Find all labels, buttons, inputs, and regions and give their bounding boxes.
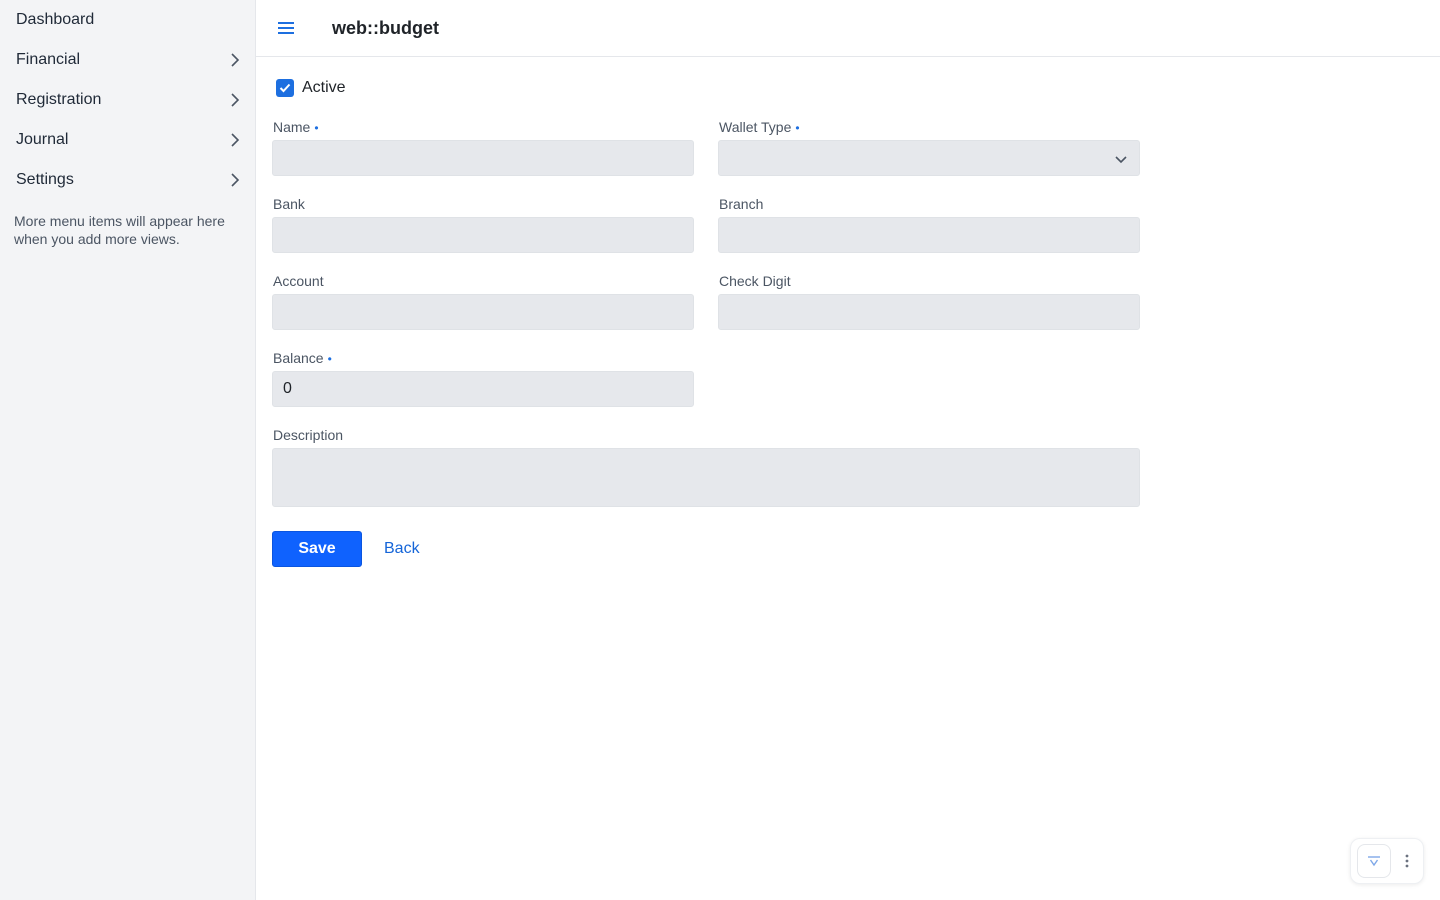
balance-label: Balance • xyxy=(273,349,694,367)
sidebar-item-label: Journal xyxy=(16,131,69,148)
required-marker: • xyxy=(795,121,800,135)
active-label: Active xyxy=(302,79,346,96)
chevron-right-icon xyxy=(227,172,243,188)
floating-toolbar xyxy=(1350,838,1424,884)
name-label-text: Name xyxy=(273,119,311,135)
wallet-type-label-text: Wallet Type xyxy=(719,119,792,135)
chevron-right-icon xyxy=(227,132,243,148)
sidebar-item-dashboard[interactable]: Dashboard xyxy=(0,0,255,40)
balance-label-text: Balance xyxy=(273,350,324,366)
sidebar-item-label: Financial xyxy=(16,51,81,68)
wallet-type-label: Wallet Type • xyxy=(719,118,1140,136)
name-input[interactable] xyxy=(272,140,694,176)
hamburger-icon[interactable] xyxy=(274,16,298,40)
account-input[interactable] xyxy=(272,294,694,330)
page-title: web::budget xyxy=(332,17,439,38)
account-label: Account xyxy=(273,273,324,289)
active-toggle[interactable]: Active xyxy=(276,79,346,97)
check-digit-field-group: Check Digit xyxy=(718,272,1140,330)
name-field-group: Name • xyxy=(272,118,694,176)
active-checkbox[interactable] xyxy=(276,79,294,97)
sidebar-item-journal[interactable]: Journal xyxy=(0,120,255,160)
save-button[interactable]: Save xyxy=(272,531,362,567)
sidebar: Dashboard Financial Registration Journal… xyxy=(0,0,256,900)
top-header: web::budget xyxy=(256,0,1440,57)
sidebar-item-label: Dashboard xyxy=(16,11,95,28)
required-marker: • xyxy=(327,352,332,366)
filter-icon[interactable] xyxy=(1357,844,1391,878)
description-field-group: Description xyxy=(272,426,1140,507)
back-link[interactable]: Back xyxy=(384,540,420,558)
bank-field-group: Bank xyxy=(272,195,694,253)
check-digit-label: Check Digit xyxy=(719,273,791,289)
required-marker: • xyxy=(314,121,319,135)
bank-input[interactable] xyxy=(272,217,694,253)
check-digit-input[interactable] xyxy=(718,294,1140,330)
more-vertical-icon[interactable] xyxy=(1397,844,1417,878)
sidebar-item-label: Registration xyxy=(16,91,102,108)
sidebar-note: More menu items will appear here when yo… xyxy=(14,213,225,247)
sidebar-item-label: Settings xyxy=(16,171,74,188)
bank-label: Bank xyxy=(273,196,305,212)
branch-label: Branch xyxy=(719,196,764,212)
sidebar-item-settings[interactable]: Settings xyxy=(0,160,255,200)
description-textarea[interactable] xyxy=(272,448,1140,507)
chevron-right-icon xyxy=(227,92,243,108)
branch-input[interactable] xyxy=(718,217,1140,253)
name-label: Name • xyxy=(273,118,694,136)
wallet-type-select[interactable] xyxy=(718,140,1140,176)
chevron-down-icon xyxy=(1113,151,1129,167)
description-label: Description xyxy=(273,427,344,443)
sidebar-item-financial[interactable]: Financial xyxy=(0,40,255,80)
chevron-right-icon xyxy=(227,52,243,68)
form-actions: Save Back xyxy=(272,531,420,567)
branch-field-group: Branch xyxy=(718,195,1140,253)
balance-field-group: Balance • 0 xyxy=(272,349,694,407)
sidebar-item-registration[interactable]: Registration xyxy=(0,80,255,120)
wallet-type-field-group: Wallet Type • xyxy=(718,118,1140,176)
balance-input[interactable]: 0 xyxy=(272,371,694,407)
account-field-group: Account xyxy=(272,272,694,330)
